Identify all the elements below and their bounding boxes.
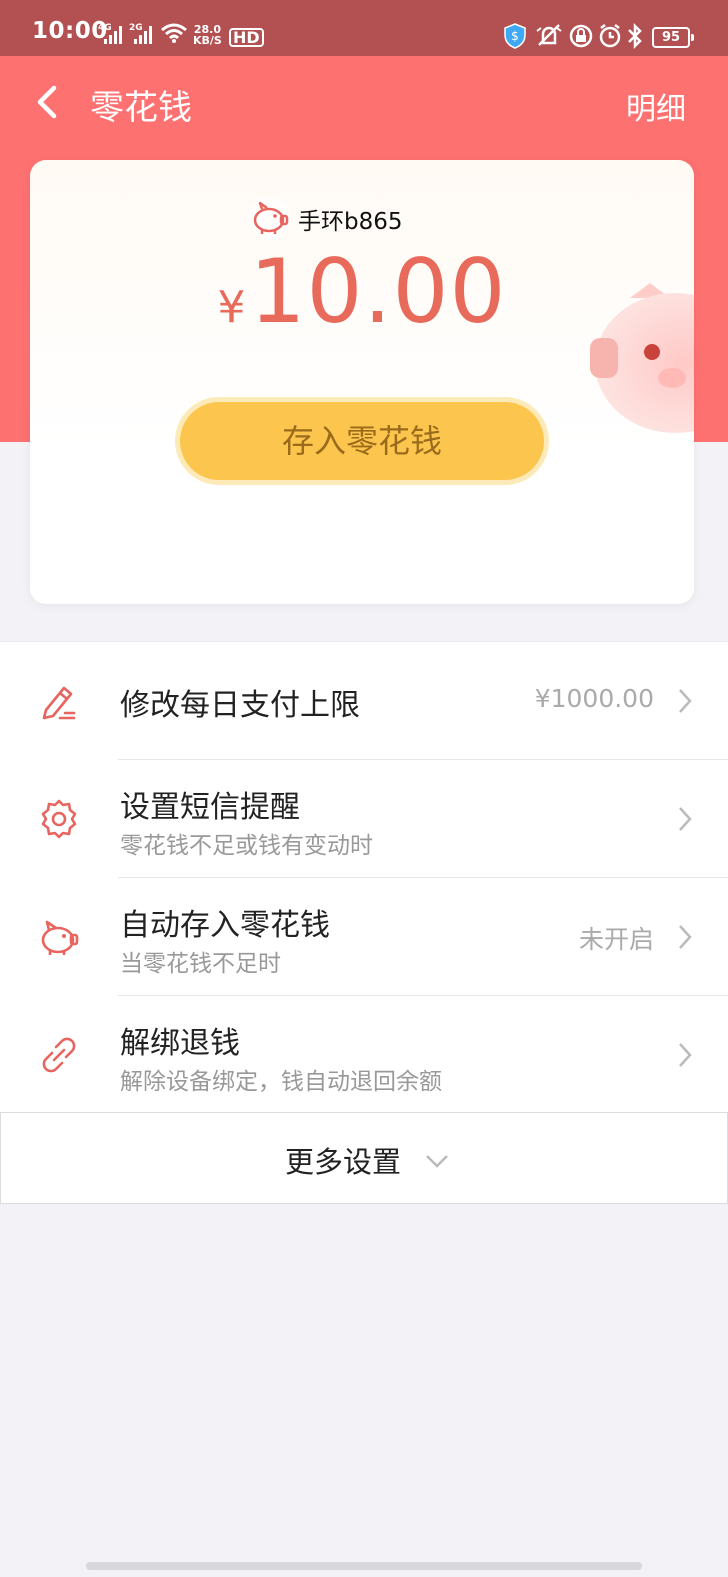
- details-link[interactable]: 明细: [626, 84, 686, 128]
- alarm-muted-icon: [535, 23, 563, 53]
- balance-value: 10.00: [249, 240, 507, 343]
- more-settings-button[interactable]: 更多设置: [0, 1112, 728, 1204]
- device-name: 手环b865: [298, 209, 403, 235]
- auto-deposit-title: 自动存入零花钱: [120, 908, 330, 943]
- gear-icon: [38, 798, 80, 840]
- more-settings-label: 更多设置: [285, 1145, 402, 1179]
- decorative-pig-illustration: [590, 278, 694, 452]
- svg-text:$: $: [511, 29, 519, 43]
- chevron-right-icon: [678, 1042, 692, 1072]
- wifi-icon: [160, 22, 188, 48]
- list-item-auto-deposit[interactable]: 自动存入零花钱 当零花钱不足时 未开启: [0, 878, 728, 996]
- sms-reminder-subtitle: 零花钱不足或钱有变动时: [120, 833, 373, 859]
- bluetooth-icon: [627, 22, 643, 53]
- back-arrow-icon: [37, 85, 57, 119]
- hd-voice-icon: HD: [229, 28, 264, 47]
- sms-reminder-title: 设置短信提醒: [120, 790, 300, 825]
- chevron-right-icon: [678, 806, 692, 836]
- status-bar: 10:00 4G 2G 28.0 KB/S HD $ 95: [0, 0, 728, 56]
- alarm-clock-icon: [598, 23, 622, 53]
- currency-symbol: ¥: [217, 282, 246, 333]
- pencil-icon: [38, 680, 80, 722]
- security-shield-icon: $: [504, 23, 526, 53]
- unlink-icon: [38, 1034, 80, 1076]
- signal-bars-icon: [104, 26, 126, 44]
- battery-icon: 95: [652, 27, 694, 48]
- auto-deposit-status: 未开启: [578, 925, 654, 954]
- daily-limit-title: 修改每日支付上限: [120, 688, 360, 723]
- list-item-unbind-refund[interactable]: 解绑退钱 解除设备绑定，钱自动退回余额: [0, 996, 728, 1114]
- unbind-refund-title: 解绑退钱: [120, 1026, 240, 1061]
- signal-bars-icon: [134, 26, 156, 44]
- piggy-bank-icon: [38, 916, 80, 958]
- list-item-daily-limit[interactable]: 修改每日支付上限 ¥1000.00: [0, 642, 728, 760]
- piggy-bank-icon: [248, 196, 292, 244]
- list-item-sms-reminder[interactable]: 设置短信提醒 零花钱不足或钱有变动时: [0, 760, 728, 878]
- auto-deposit-subtitle: 当零花钱不足时: [120, 951, 281, 977]
- chevron-right-icon: [678, 924, 692, 954]
- balance-card: 手环b865 ¥10.00 存入零花钱: [30, 160, 694, 604]
- network-speed: 28.0 KB/S: [193, 24, 222, 46]
- chevron-down-icon: [425, 1153, 449, 1172]
- lock-icon: [569, 23, 593, 53]
- status-time: 10:00: [32, 18, 108, 44]
- back-button[interactable]: [30, 78, 70, 128]
- daily-limit-value: ¥1000.00: [534, 684, 654, 713]
- gesture-bar[interactable]: [86, 1562, 642, 1570]
- chevron-right-icon: [678, 688, 692, 718]
- settings-list: 修改每日支付上限 ¥1000.00 设置短信提醒 零花钱不足或钱有变动时 自动存…: [0, 641, 728, 1114]
- network-speed-unit: KB/S: [193, 34, 222, 47]
- deposit-button[interactable]: 存入零花钱: [180, 402, 544, 480]
- unbind-refund-subtitle: 解除设备绑定，钱自动退回余额: [120, 1069, 442, 1095]
- page-title: 零花钱: [90, 88, 192, 128]
